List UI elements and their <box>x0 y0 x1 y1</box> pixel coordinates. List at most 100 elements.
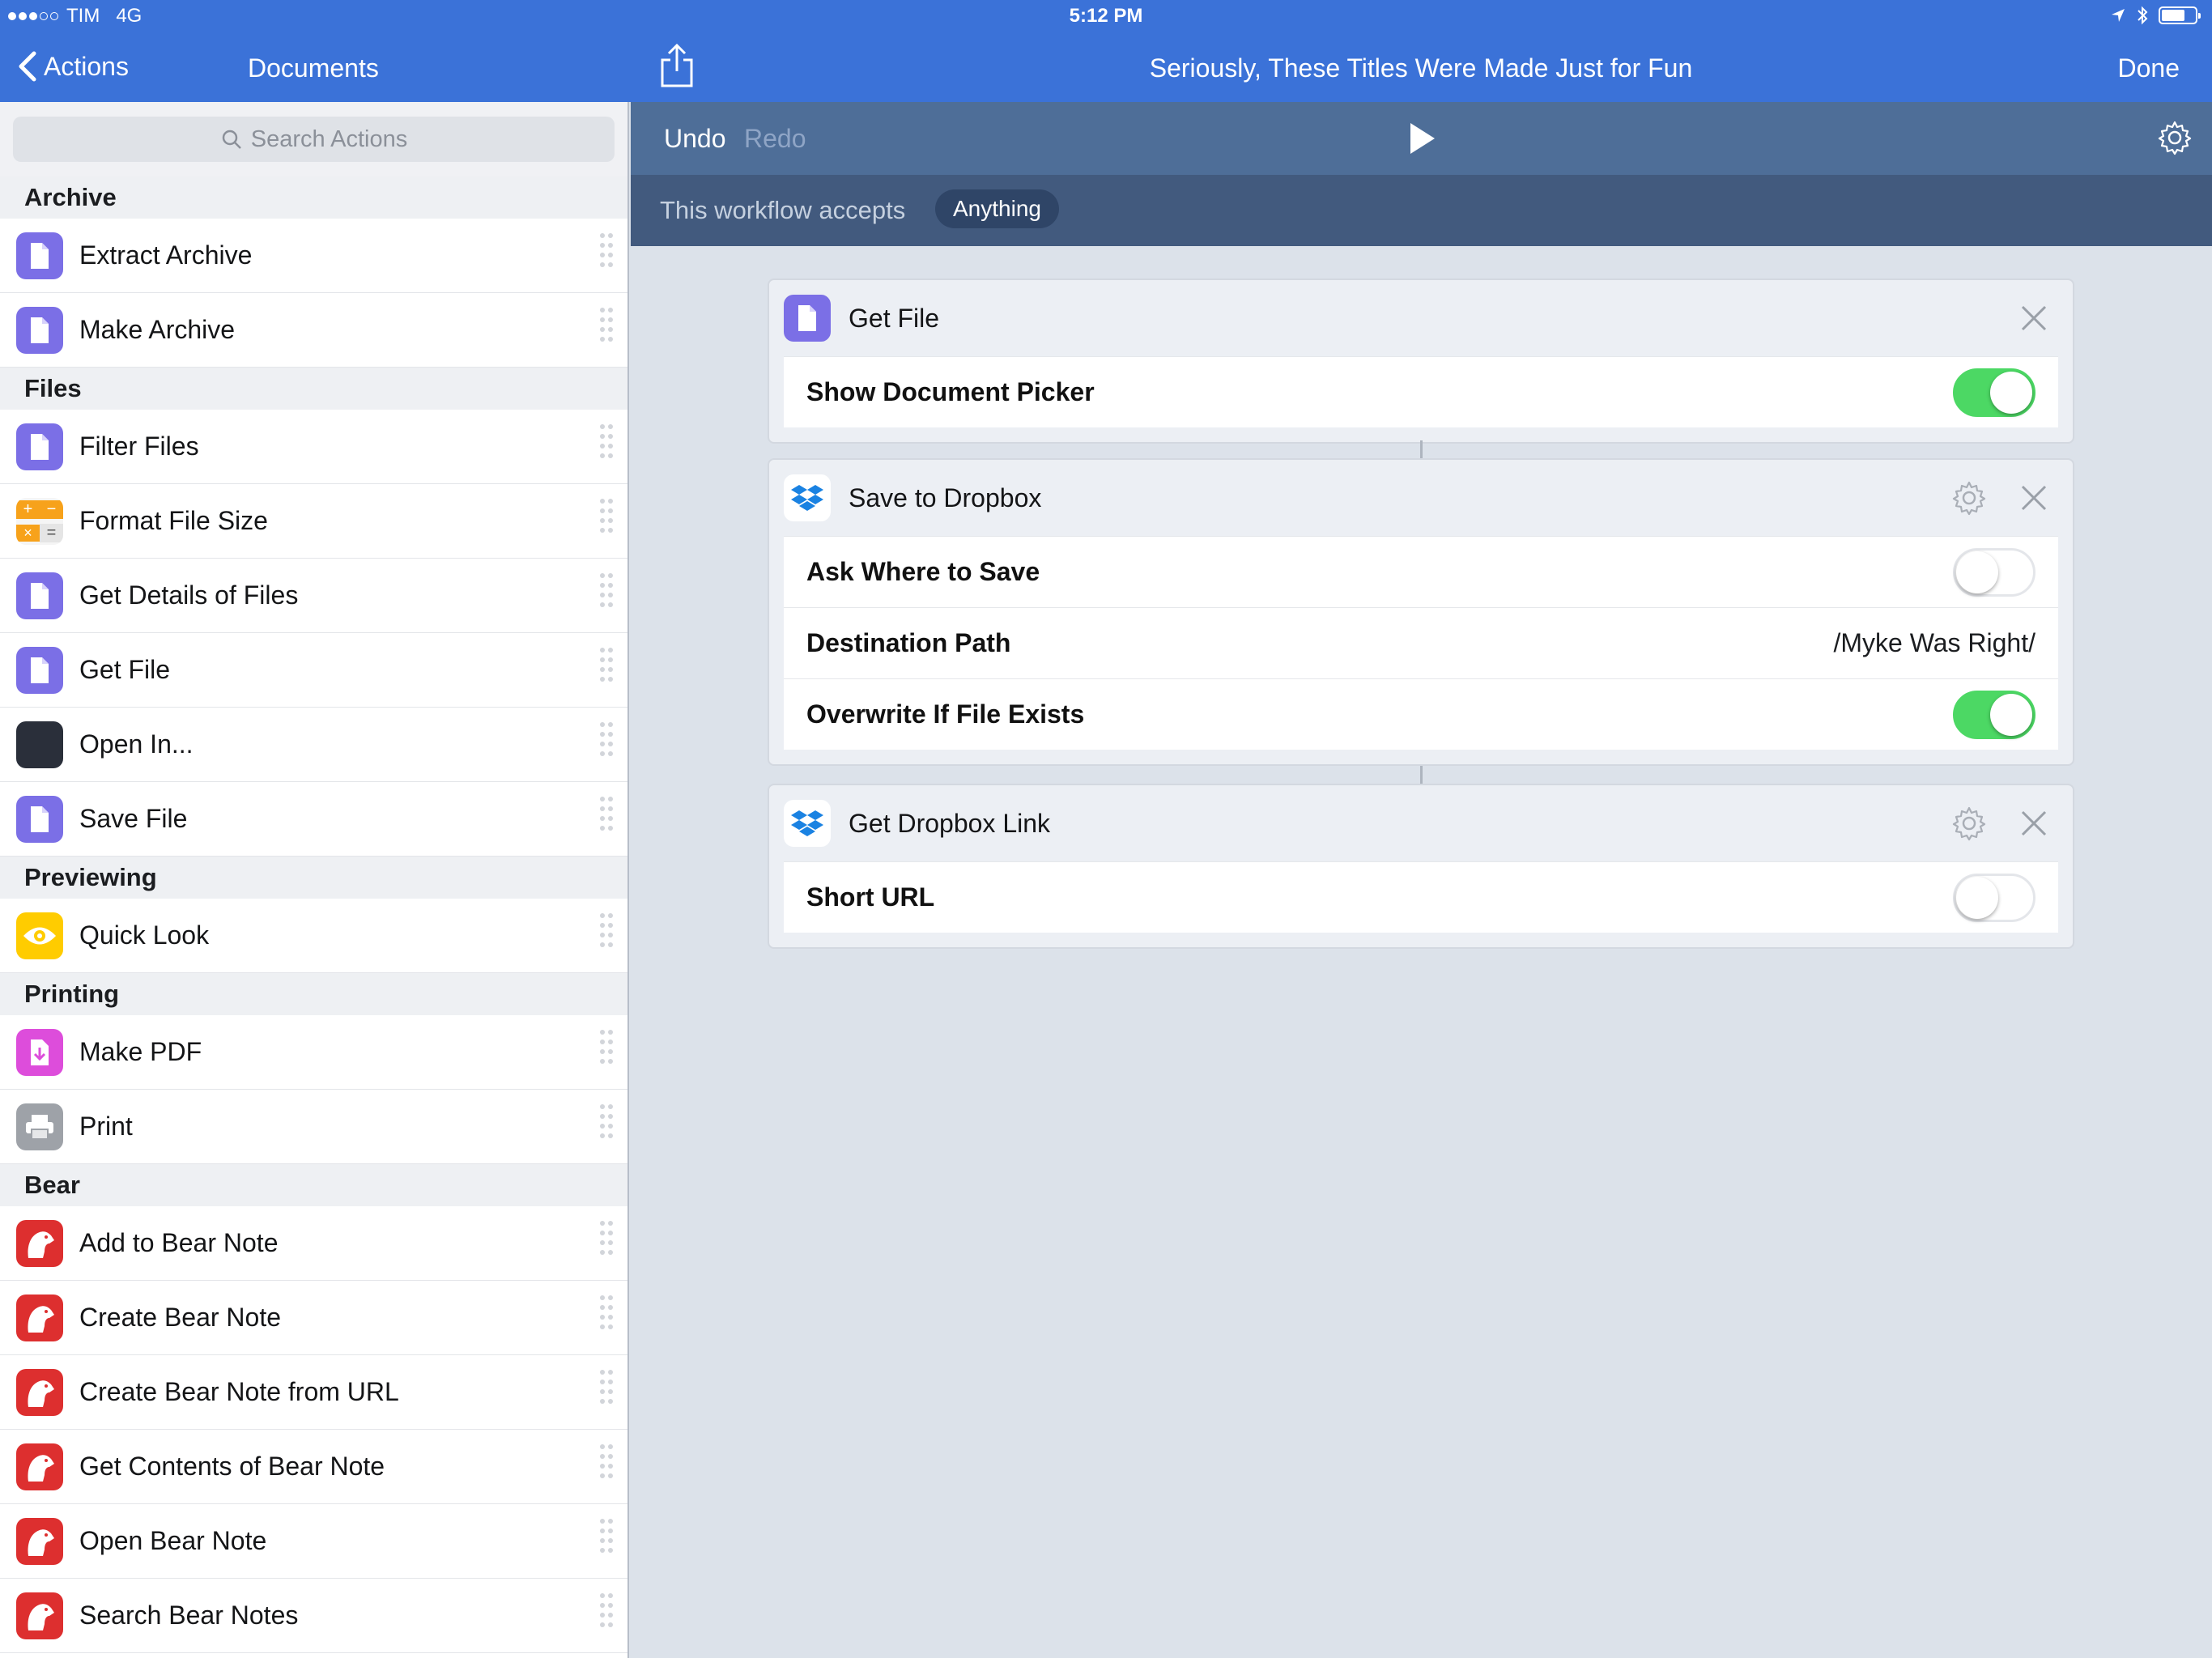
drag-handle[interactable] <box>600 1593 613 1627</box>
param-label: Ask Where to Save <box>806 557 1040 586</box>
play-icon <box>1410 123 1435 154</box>
action-label: Get File <box>79 655 171 684</box>
remove-action-button[interactable] <box>2018 302 2050 338</box>
action-get-file[interactable]: Get File <box>0 633 627 708</box>
app-grid-icon <box>16 721 63 768</box>
action-create-bear-note[interactable]: Create Bear Note <box>0 1281 627 1355</box>
document-icon <box>16 232 63 279</box>
remove-action-button[interactable] <box>2018 807 2050 844</box>
eye-icon <box>16 912 63 959</box>
editor-toolbar: Undo Redo <box>631 102 2212 175</box>
action-add-to-bear-note[interactable]: Add to Bear Note <box>0 1206 627 1281</box>
accepts-label: This workflow accepts <box>660 196 906 224</box>
clock: 5:12 PM <box>1069 5 1143 27</box>
section-header-printing: Printing <box>0 973 627 1015</box>
search-icon <box>222 130 241 149</box>
undo-button[interactable]: Undo <box>664 124 726 154</box>
back-button[interactable]: Actions <box>18 50 129 83</box>
drag-handle[interactable] <box>600 1370 613 1404</box>
bear-icon <box>16 1219 63 1267</box>
workflow-title: Seriously, These Titles Were Made Just f… <box>1149 53 1693 83</box>
drag-handle[interactable] <box>600 499 613 533</box>
action-label: Open In... <box>79 729 194 759</box>
search-input[interactable]: Search Actions <box>13 117 615 162</box>
action-make-pdf[interactable]: Make PDF <box>0 1015 627 1090</box>
action-settings-button[interactable] <box>1951 480 1987 520</box>
drag-handle[interactable] <box>600 797 613 831</box>
param-label: Short URL <box>806 882 935 912</box>
sidebar-title: Documents <box>248 53 379 83</box>
back-label: Actions <box>44 51 129 81</box>
action-card-title: Get Dropbox Link <box>849 808 1051 838</box>
status-bar: TIM 4G 5:12 PM <box>0 0 2212 34</box>
action-label: Open Bear Note <box>79 1526 267 1555</box>
drag-handle[interactable] <box>600 1030 613 1064</box>
action-card-get-file: Get File Show Document Picker <box>768 278 2074 444</box>
action-get-details-of-files[interactable]: Get Details of Files <box>0 559 627 633</box>
action-search-bear-notes[interactable]: Search Bear Notes <box>0 1579 627 1653</box>
drag-handle[interactable] <box>600 308 613 342</box>
accepts-type-pill[interactable]: Anything <box>935 189 1059 228</box>
overwrite-if-file-exists-toggle[interactable] <box>1953 691 2035 739</box>
ask-where-to-save-toggle[interactable] <box>1953 548 2035 597</box>
action-label: Create Bear Note from URL <box>79 1377 399 1406</box>
destination-path-value[interactable]: /Myke Was Right/ <box>1833 628 2035 658</box>
action-settings-button[interactable] <box>1951 806 1987 845</box>
action-label: Create Bear Note <box>79 1303 282 1332</box>
drag-handle[interactable] <box>600 1295 613 1329</box>
document-icon <box>16 646 63 694</box>
action-print[interactable]: Print <box>0 1090 627 1164</box>
top-bar: TIM 4G 5:12 PM Actions Documents Serious… <box>0 0 2212 102</box>
bluetooth-icon <box>2138 6 2148 25</box>
action-extract-archive[interactable]: Extract Archive <box>0 219 627 293</box>
drag-handle[interactable] <box>600 573 613 607</box>
param-show-document-picker: Show Document Picker <box>784 356 2058 427</box>
drag-handle[interactable] <box>600 1104 613 1138</box>
remove-action-button[interactable] <box>2018 482 2050 518</box>
calculator-icon: + − × = <box>16 497 63 545</box>
drag-handle[interactable] <box>600 1221 613 1255</box>
close-icon <box>2021 485 2047 511</box>
param-overwrite-if-file-exists: Overwrite If File Exists <box>784 678 2058 750</box>
action-quick-look[interactable]: Quick Look <box>0 899 627 973</box>
drag-handle[interactable] <box>600 1519 613 1553</box>
gear-icon <box>1952 806 1986 841</box>
workflow-settings-button[interactable] <box>2157 120 2193 159</box>
param-destination-path[interactable]: Destination Path /Myke Was Right/ <box>784 607 2058 678</box>
close-icon <box>2021 305 2047 331</box>
redo-button[interactable]: Redo <box>744 124 806 154</box>
run-button[interactable] <box>1402 120 1440 161</box>
battery-icon <box>2159 6 2201 24</box>
show-document-picker-toggle[interactable] <box>1953 368 2035 417</box>
document-icon <box>16 572 63 619</box>
section-header-files: Files <box>0 368 627 410</box>
bear-icon <box>16 1517 63 1565</box>
action-save-file[interactable]: Save File <box>0 782 627 857</box>
action-open-bear-note[interactable]: Open Bear Note <box>0 1504 627 1579</box>
drag-handle[interactable] <box>600 648 613 682</box>
pdf-icon <box>16 1028 63 1076</box>
section-header-archive: Archive <box>0 176 627 219</box>
short-url-toggle[interactable] <box>1953 874 2035 922</box>
action-filter-files[interactable]: Filter Files <box>0 410 627 484</box>
section-header-previewing: Previewing <box>0 857 627 899</box>
action-open-in[interactable]: Open In... <box>0 708 627 782</box>
dropbox-icon <box>784 474 831 521</box>
done-button[interactable]: Done <box>2118 53 2180 83</box>
gear-icon <box>1952 481 1986 516</box>
drag-handle[interactable] <box>600 424 613 458</box>
action-create-bear-note-from-url[interactable]: Create Bear Note from URL <box>0 1355 627 1430</box>
drag-handle[interactable] <box>600 913 613 947</box>
action-get-contents-of-bear-note[interactable]: Get Contents of Bear Note <box>0 1430 627 1504</box>
drag-handle[interactable] <box>600 233 613 267</box>
action-card-save-to-dropbox: Save to Dropbox Ask Where to Save Destin… <box>768 458 2074 766</box>
actions-sidebar: Search Actions Archive Extract Archive M… <box>0 102 629 1658</box>
drag-handle[interactable] <box>600 1444 613 1478</box>
close-icon <box>2021 810 2047 836</box>
document-icon <box>784 295 831 342</box>
action-format-file-size[interactable]: + − × = Format File Size <box>0 484 627 559</box>
param-short-url: Short URL <box>784 861 2058 933</box>
action-make-archive[interactable]: Make Archive <box>0 293 627 368</box>
drag-handle[interactable] <box>600 722 613 756</box>
param-label: Destination Path <box>806 628 1011 657</box>
